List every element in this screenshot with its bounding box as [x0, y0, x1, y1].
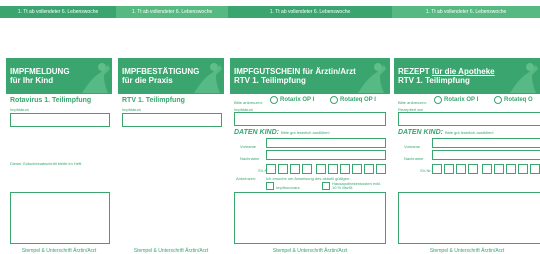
- stamp-box[interactable]: [234, 192, 386, 244]
- svnr-digit[interactable]: [468, 164, 478, 174]
- rezept-header: REZEPT für die Apotheke RTV 1. Teilimpfu…: [394, 58, 540, 94]
- svnr-digit[interactable]: [432, 164, 442, 174]
- blank-area: [0, 18, 540, 58]
- rezept-section: REZEPT für die Apotheke RTV 1. Teilimpfu…: [394, 58, 540, 254]
- child-data-heading: DATEN KIND: Bitte gut leserlich ausfülle…: [234, 129, 330, 136]
- impfbestaetigung-header: IMPFBESTÄTIGUNG für die Praxis: [118, 58, 224, 94]
- svnr-digit[interactable]: [302, 164, 312, 174]
- svnr-digit[interactable]: [456, 164, 466, 174]
- vaccination-label: Rotavirus 1. Teilimpfung: [10, 97, 92, 104]
- date-input-box[interactable]: [234, 112, 386, 126]
- choose-label: Bitte ankreuzen:: [398, 100, 427, 105]
- stamp-box[interactable]: [398, 192, 540, 244]
- impfmeldung-header: IMPFMELDUNG für Ihr Kind: [6, 58, 112, 94]
- child-figure-icon: [194, 63, 222, 93]
- impfmeldung-title: IMPFMELDUNG: [10, 67, 70, 76]
- top-label-4: 1. Tt ab vollendeter 6. Lebenswoche: [392, 6, 540, 18]
- svnr-digit[interactable]: [340, 164, 350, 174]
- choose-label: Bitte ankreuzen:: [234, 100, 263, 105]
- child-figure-icon: [358, 63, 386, 93]
- ankreuzen-label: Ankreuzen:: [236, 176, 257, 181]
- impfhonorar-label: Impfhonorars: [276, 185, 300, 190]
- impfbestaetigung-section: IMPFBESTÄTIGUNG für die Praxis RTV 1. Te…: [118, 58, 224, 254]
- svnr-digit[interactable]: [290, 164, 300, 174]
- svnr-digit[interactable]: [482, 164, 492, 174]
- impfhonorar-checkbox[interactable]: [266, 182, 274, 190]
- rezept-title: REZEPT für die Apotheke: [398, 67, 495, 76]
- rotateq-label: Rotateq O: [504, 97, 533, 103]
- child-figure-icon: [510, 63, 538, 93]
- nachname-label: Nachname: [240, 156, 260, 161]
- nachname-label: Nachname: [404, 156, 424, 161]
- rotarix-label: Rotarix OP I: [444, 97, 479, 103]
- rotarix-label: Rotarix OP I: [280, 97, 315, 103]
- svnr-digit[interactable]: [266, 164, 276, 174]
- svnr-digit[interactable]: [316, 164, 326, 174]
- date-label: Impfdatum: [122, 107, 141, 112]
- rotarix-radio[interactable]: [434, 96, 442, 104]
- svnr-digit[interactable]: [530, 164, 540, 174]
- svnr-digit[interactable]: [494, 164, 504, 174]
- impfgutschein-title: IMPFGUTSCHEIN für Ärztin/Arzt: [234, 67, 356, 76]
- rezept-title-prefix: REZEPT: [398, 67, 430, 76]
- impfmeldung-subtitle: für Ihr Kind: [10, 76, 54, 85]
- hausapotheke-label: Hausapothekenkosten exkl. 10 % MwSt.: [332, 181, 382, 190]
- svnr-digit[interactable]: [278, 164, 288, 174]
- vorname-label: Vorname: [240, 144, 257, 149]
- rotateq-radio[interactable]: [494, 96, 502, 104]
- top-label-3: 1. Tt ab vollendeter 6. Lebenswoche: [228, 6, 392, 18]
- date-label: Impfdatum: [10, 107, 29, 112]
- vorname-input[interactable]: [266, 138, 386, 148]
- impfgutschein-header: IMPFGUTSCHEIN für Ärztin/Arzt RTV 1. Tei…: [230, 58, 390, 94]
- child-figure-icon: [82, 63, 110, 93]
- impfgutschein-subtitle: RTV 1. Teilimpfung: [234, 76, 306, 85]
- nachname-input[interactable]: [266, 150, 386, 160]
- stamp-label: Stempel & Unterschrift Ärztin/Arzt: [429, 248, 505, 254]
- hausapotheke-checkbox[interactable]: [322, 182, 330, 190]
- date-input-box[interactable]: [122, 113, 222, 127]
- svnr-label: SV-Nr.: [420, 168, 432, 173]
- stamp-label: Stempel & Unterschrift Ärztin/Arzt: [133, 248, 209, 254]
- svnr-digit[interactable]: [352, 164, 362, 174]
- svnr-digit[interactable]: [444, 164, 454, 174]
- nachname-input[interactable]: [432, 150, 540, 160]
- child-data-heading: DATEN KIND: Bitte gut leserlich ausfülle…: [398, 129, 494, 136]
- stamp-box[interactable]: [10, 192, 110, 244]
- top-label-1: 1. Tt ab vollendeter 6. Lebenswoche: [0, 6, 116, 18]
- vorname-label: Vorname: [404, 144, 421, 149]
- impfgutschein-section: IMPFGUTSCHEIN für Ärztin/Arzt RTV 1. Tei…: [230, 58, 390, 254]
- stamp-label: Stempel & Unterschrift Ärztin/Arzt: [272, 248, 348, 254]
- vaccination-label: RTV 1. Teilimpfung: [122, 97, 185, 104]
- stamp-label: Stempel & Unterschrift Ärztin/Arzt: [21, 248, 97, 254]
- top-label-2: 1. Tt ab vollendeter 6. Lebenswoche: [116, 6, 228, 18]
- impfbestaetigung-subtitle: für die Praxis: [122, 76, 173, 85]
- rezept-title-link: für die Apotheke: [431, 67, 495, 76]
- child-data-hint: Bitte gut leserlich ausfüllen!: [280, 130, 330, 135]
- rotarix-radio[interactable]: [270, 96, 278, 104]
- prescribed-input-box[interactable]: [398, 112, 540, 126]
- svnr-digit[interactable]: [376, 164, 386, 174]
- svnr-digit[interactable]: [328, 164, 338, 174]
- child-data-hint: Bitte gut leserlich ausfüllen!: [444, 130, 494, 135]
- rezept-subtitle: RTV 1. Teilimpfung: [398, 76, 470, 85]
- rotateq-radio[interactable]: [330, 96, 338, 104]
- vorname-input[interactable]: [432, 138, 540, 148]
- info-note: Dieser Gutscheinabschnitt bleibt im Heft…: [10, 161, 83, 166]
- date-input-box[interactable]: [10, 113, 110, 127]
- svnr-digit[interactable]: [506, 164, 516, 174]
- impfmeldung-section: IMPFMELDUNG für Ihr Kind Rotavirus 1. Te…: [6, 58, 112, 254]
- svnr-digit[interactable]: [364, 164, 374, 174]
- rotateq-label: Rotateq OP I: [340, 97, 376, 103]
- svnr-digit[interactable]: [518, 164, 528, 174]
- child-data-title: DATEN KIND:: [234, 129, 279, 136]
- impfbestaetigung-title: IMPFBESTÄTIGUNG: [122, 67, 200, 76]
- child-data-title: DATEN KIND:: [398, 129, 443, 136]
